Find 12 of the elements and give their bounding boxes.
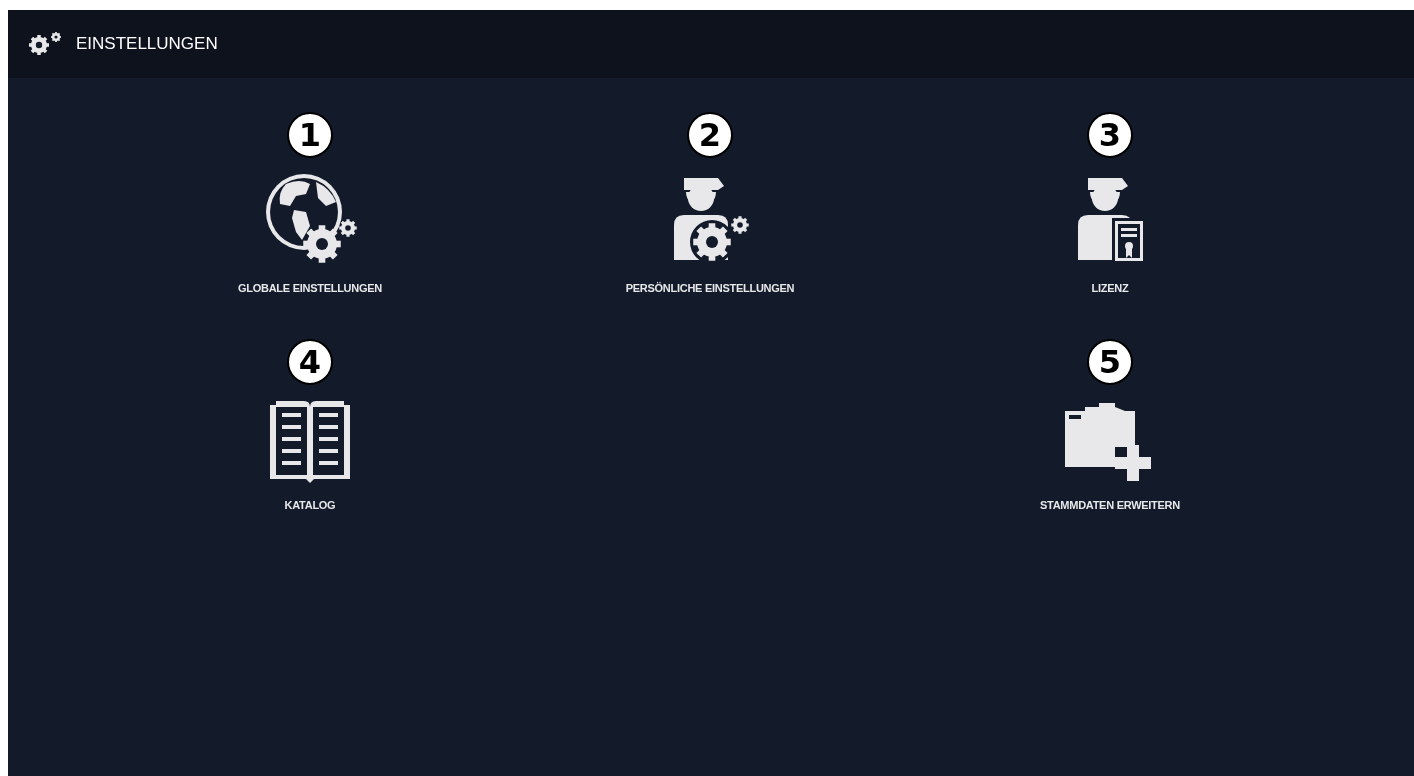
settings-tile-button[interactable]: KATALOG (260, 396, 360, 513)
number-badge: 1 (287, 112, 333, 158)
settings-tile-button[interactable]: LIZENZ (1060, 170, 1160, 297)
settings-tile-button[interactable]: GLOBALE EINSTELLUNGEN (238, 170, 382, 297)
number-badge: 3 (1087, 112, 1133, 158)
number-badge: 5 (1087, 338, 1133, 385)
settings-icon (28, 31, 64, 57)
settings-tile-button[interactable]: STAMMDATEN ERWEITERN (1040, 396, 1180, 513)
settings-tile-button[interactable]: PERSÖNLICHE EINSTELLUNGEN (625, 170, 795, 297)
number-badge: 4 (287, 338, 333, 385)
number-badge: 2 (687, 112, 733, 158)
header-title: EINSTELLUNGEN (76, 33, 218, 56)
